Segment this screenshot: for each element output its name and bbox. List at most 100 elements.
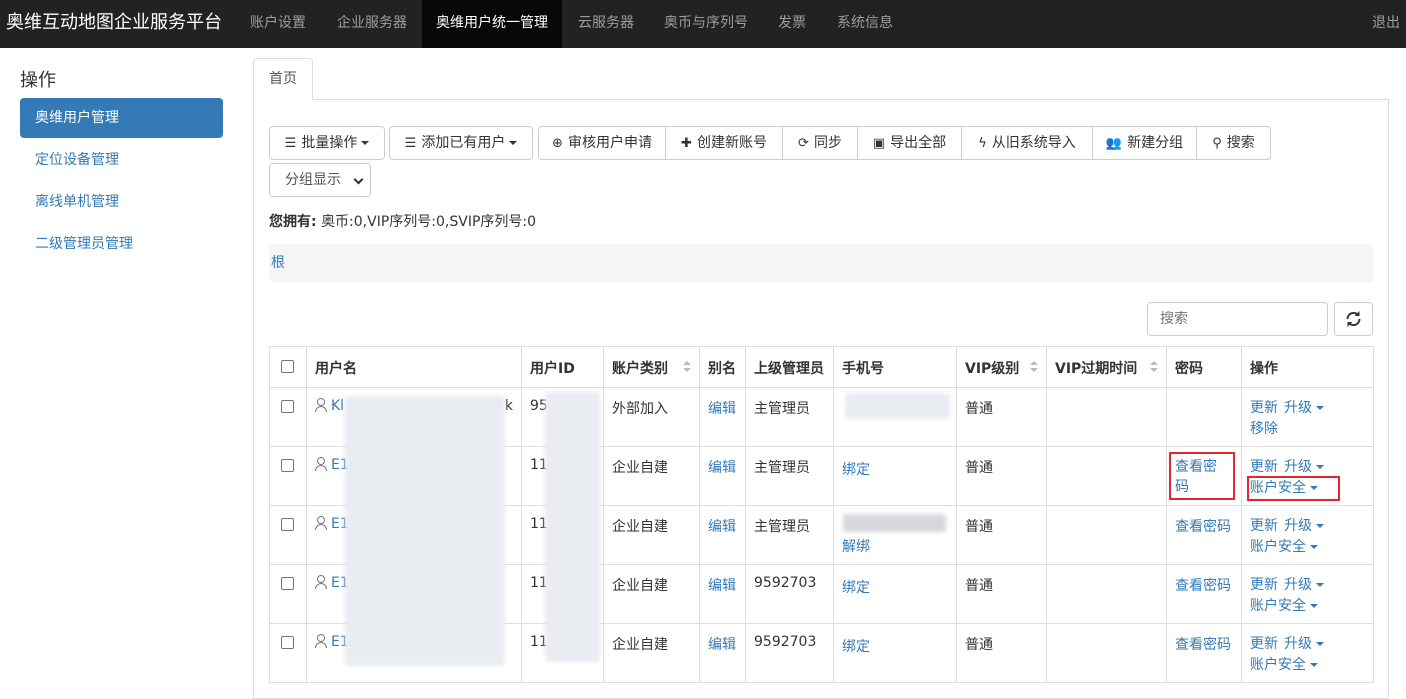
- row-select[interactable]: [269, 623, 307, 683]
- logout-link[interactable]: 退出: [1372, 0, 1400, 48]
- upgrade-dropdown[interactable]: 升级: [1284, 518, 1324, 534]
- view-password-link[interactable]: 查看密码: [1175, 637, 1231, 653]
- header-phone[interactable]: 手机号: [833, 346, 957, 388]
- username-link[interactable]: Kl: [331, 398, 344, 414]
- header-alias[interactable]: 别名: [699, 346, 746, 388]
- alias-cell: 编辑: [699, 623, 746, 683]
- header-password[interactable]: 密码: [1166, 346, 1242, 388]
- nav-invoice[interactable]: 发票: [764, 0, 820, 48]
- actions-cell: 更新 升级 账户安全: [1241, 564, 1374, 624]
- phone-action-link[interactable]: 绑定: [842, 636, 870, 656]
- row-select[interactable]: [269, 446, 307, 506]
- alias-cell: 编辑: [699, 387, 746, 447]
- sidebar-item-device-management[interactable]: 定位设备管理: [20, 140, 223, 180]
- upgrade-label: 升级: [1284, 400, 1312, 416]
- phone-action-link[interactable]: 解绑: [842, 539, 870, 555]
- update-link[interactable]: 更新: [1250, 636, 1278, 652]
- table-refresh-button[interactable]: [1334, 302, 1373, 336]
- phone-action-link[interactable]: 绑定: [842, 459, 870, 479]
- redaction-mask-userid: [545, 392, 600, 662]
- owned-value: 奥币:0,VIP序列号:0,SVIP序列号:0: [321, 214, 537, 230]
- sidebar-item-user-management[interactable]: 奥维用户管理: [20, 98, 223, 138]
- user-icon: [315, 516, 327, 530]
- chevron-down-icon: [353, 174, 364, 185]
- import-old-system-button[interactable]: ϟ 从旧系统导入: [961, 126, 1093, 160]
- select-all-checkbox[interactable]: [281, 360, 294, 373]
- sidebar-item-sub-admin-management[interactable]: 二级管理员管理: [20, 224, 223, 264]
- new-group-button[interactable]: 👥 新建分组: [1092, 126, 1197, 160]
- nav-enterprise-server[interactable]: 企业服务器: [323, 0, 421, 48]
- sync-button[interactable]: ⟳ 同步: [782, 126, 858, 160]
- account-security-dropdown[interactable]: 账户安全: [1250, 539, 1318, 555]
- row-checkbox[interactable]: [281, 518, 294, 531]
- upgrade-dropdown[interactable]: 升级: [1284, 577, 1324, 593]
- nav-account-settings[interactable]: 账户设置: [236, 0, 320, 48]
- redaction-mask-phone: [845, 393, 950, 419]
- search-label: 搜索: [1226, 135, 1255, 151]
- nav-coins-serials[interactable]: 奥币与序列号: [650, 0, 762, 48]
- breadcrumb-root[interactable]: 根: [271, 255, 285, 271]
- account-security-dropdown[interactable]: 账户安全: [1250, 598, 1318, 614]
- row-select[interactable]: [269, 387, 307, 447]
- edit-alias-link[interactable]: 编辑: [708, 460, 736, 476]
- header-username[interactable]: 用户名: [306, 346, 522, 388]
- sort-icon: [1150, 361, 1158, 373]
- update-link[interactable]: 更新: [1250, 577, 1278, 593]
- add-existing-user-button[interactable]: ☰ 添加已有用户: [389, 126, 533, 160]
- manager-cell: 9592703: [745, 623, 834, 683]
- row-select[interactable]: [269, 564, 307, 624]
- view-password-link[interactable]: 查看密码: [1169, 452, 1235, 500]
- update-link[interactable]: 更新: [1250, 400, 1278, 416]
- search-button[interactable]: ⚲ 搜索: [1196, 126, 1271, 160]
- phone-action-link[interactable]: 绑定: [842, 577, 870, 597]
- view-password-link[interactable]: 查看密码: [1175, 578, 1231, 594]
- header-account-type[interactable]: 账户类别: [603, 346, 700, 388]
- vip-expire-cell: [1046, 446, 1167, 506]
- header-actions[interactable]: 操作: [1241, 346, 1374, 388]
- alias-cell: 编辑: [699, 505, 746, 565]
- header-userid[interactable]: 用户ID: [521, 346, 604, 388]
- create-account-button[interactable]: ✚ 创建新账号: [665, 126, 783, 160]
- upgrade-dropdown[interactable]: 升级: [1284, 636, 1324, 652]
- group-display-select[interactable]: 分组显示: [269, 163, 371, 197]
- upgrade-dropdown[interactable]: 升级: [1284, 459, 1324, 475]
- update-link[interactable]: 更新: [1250, 518, 1278, 534]
- upgrade-dropdown[interactable]: 升级: [1284, 400, 1324, 416]
- account-security-dropdown[interactable]: 账户安全: [1247, 476, 1340, 501]
- batch-actions-button[interactable]: ☰ 批量操作: [269, 126, 385, 160]
- update-link[interactable]: 更新: [1250, 459, 1278, 475]
- nav-cloud-server[interactable]: 云服务器: [564, 0, 648, 48]
- header-select-all[interactable]: [269, 346, 307, 388]
- table-search-input[interactable]: [1147, 302, 1328, 336]
- edit-alias-link[interactable]: 编辑: [708, 637, 736, 653]
- app-title[interactable]: 奥维互动地图企业服务平台: [6, 0, 222, 48]
- edit-alias-link[interactable]: 编辑: [708, 578, 736, 594]
- nav-system-info[interactable]: 系统信息: [823, 0, 907, 48]
- remove-link[interactable]: 移除: [1250, 421, 1278, 437]
- row-checkbox[interactable]: [281, 459, 294, 472]
- row-select[interactable]: [269, 505, 307, 565]
- export-all-button[interactable]: ▣ 导出全部: [857, 126, 962, 160]
- header-vip-level[interactable]: VIP级别: [956, 346, 1047, 388]
- caret-down-icon: [1316, 524, 1324, 528]
- edit-alias-link[interactable]: 编辑: [708, 519, 736, 535]
- account-security-dropdown[interactable]: 账户安全: [1250, 657, 1318, 673]
- owned-label: 您拥有:: [269, 214, 317, 230]
- phone-cell: 绑定: [833, 446, 957, 506]
- actions-cell: 更新 升级 账户安全: [1241, 505, 1374, 565]
- sidebar-item-offline-management[interactable]: 离线单机管理: [20, 182, 223, 222]
- actions-cell: 更新 升级 移除: [1241, 387, 1374, 447]
- review-applications-button[interactable]: ⊕ 审核用户申请: [538, 126, 666, 160]
- view-password-link[interactable]: 查看密码: [1175, 519, 1231, 535]
- header-manager[interactable]: 上级管理员: [745, 346, 834, 388]
- tab-bar: 首页: [253, 58, 1389, 100]
- vip-expire-cell: [1046, 505, 1167, 565]
- nav-user-management[interactable]: 奥维用户统一管理: [422, 0, 562, 48]
- row-checkbox[interactable]: [281, 636, 294, 649]
- row-checkbox[interactable]: [281, 577, 294, 590]
- password-cell: 查看密码: [1166, 623, 1242, 683]
- tab-home[interactable]: 首页: [253, 58, 313, 100]
- row-checkbox[interactable]: [281, 400, 294, 413]
- edit-alias-link[interactable]: 编辑: [708, 401, 736, 417]
- header-vip-expire[interactable]: VIP过期时间: [1046, 346, 1167, 388]
